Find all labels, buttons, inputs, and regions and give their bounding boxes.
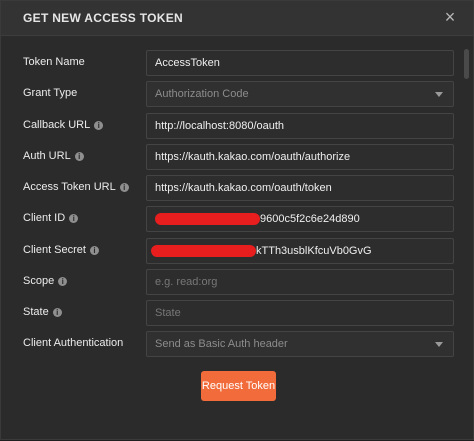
grant-type-select[interactable]: Authorization Code — [146, 81, 454, 107]
client-id-value: 9600c5f2c6e24d890 — [260, 213, 360, 225]
client-secret-value: kTTh3usblKfcuVb0GvG — [256, 245, 372, 257]
callback-url-row: Callback URL i http://localhost:8080/oaut… — [1, 113, 474, 139]
client-secret-label: Client Secret i — [23, 244, 99, 256]
state-label: State i — [23, 306, 62, 318]
info-icon[interactable]: i — [94, 121, 104, 130]
access-token-url-input[interactable]: https://kauth.kakao.com/oauth/token — [146, 175, 454, 201]
info-icon[interactable]: i — [119, 183, 129, 192]
chevron-down-icon — [435, 92, 443, 97]
access-token-url-label-text: Access Token URL — [23, 181, 116, 193]
auth-url-label-text: Auth URL — [23, 150, 71, 162]
client-auth-row: Client Authentication Send as Basic Auth… — [1, 331, 474, 357]
callback-url-input[interactable]: http://localhost:8080/oauth — [146, 113, 454, 139]
grant-type-value: Authorization Code — [155, 88, 249, 100]
client-id-label-text: Client ID — [23, 212, 66, 224]
auth-url-row: Auth URL i https://kauth.kakao.com/oauth/… — [1, 144, 474, 170]
state-input[interactable]: State — [146, 300, 454, 326]
scope-label-text: Scope — [23, 275, 55, 287]
info-icon[interactable]: i — [58, 277, 68, 286]
grant-type-label: Grant Type — [23, 87, 78, 99]
state-row: State i State — [1, 300, 474, 326]
close-icon[interactable]: × — [441, 8, 459, 26]
callback-url-label-text: Callback URL — [23, 119, 91, 131]
redaction-mark — [151, 245, 256, 257]
info-icon[interactable]: i — [89, 246, 99, 255]
client-auth-value: Send as Basic Auth header — [155, 338, 288, 350]
scope-row: Scope i e.g. read:org — [1, 269, 474, 295]
client-secret-label-text: Client Secret — [23, 244, 86, 256]
info-icon[interactable]: i — [74, 152, 84, 161]
token-form: Token Name AccessToken Grant Type Author… — [1, 36, 474, 441]
dialog-title: GET NEW ACCESS TOKEN — [23, 11, 184, 25]
client-secret-input[interactable]: kTTh3usblKfcuVb0GvG — [146, 238, 454, 264]
info-icon[interactable]: i — [69, 214, 79, 223]
info-icon[interactable]: i — [52, 308, 62, 317]
scope-label: Scope i — [23, 275, 68, 287]
request-token-button[interactable]: Request Token — [201, 371, 276, 401]
client-id-row: Client ID i 9600c5f2c6e24d890 — [1, 206, 474, 232]
scope-input[interactable]: e.g. read:org — [146, 269, 454, 295]
state-label-text: State — [23, 306, 49, 318]
client-id-input[interactable]: 9600c5f2c6e24d890 — [146, 206, 454, 232]
token-name-row: Token Name AccessToken — [1, 50, 474, 76]
access-token-url-row: Access Token URL i https://kauth.kakao.co… — [1, 175, 474, 201]
get-new-access-token-dialog: GET NEW ACCESS TOKEN × Token Name Access… — [0, 0, 474, 440]
access-token-url-label: Access Token URL i — [23, 181, 129, 193]
grant-type-row: Grant Type Authorization Code — [1, 81, 474, 107]
redaction-mark — [155, 213, 260, 225]
client-id-label: Client ID i — [23, 212, 79, 224]
auth-url-input[interactable]: https://kauth.kakao.com/oauth/authorize — [146, 144, 454, 170]
auth-url-label: Auth URL i — [23, 150, 84, 162]
token-name-label: Token Name — [23, 56, 85, 68]
callback-url-label: Callback URL i — [23, 119, 104, 131]
token-name-input[interactable]: AccessToken — [146, 50, 454, 76]
client-auth-label: Client Authentication — [23, 337, 124, 349]
client-auth-select[interactable]: Send as Basic Auth header — [146, 331, 454, 357]
chevron-down-icon — [435, 342, 443, 347]
dialog-header: GET NEW ACCESS TOKEN × — [1, 1, 473, 36]
client-secret-row: Client Secret i kTTh3usblKfcuVb0GvG — [1, 238, 474, 264]
